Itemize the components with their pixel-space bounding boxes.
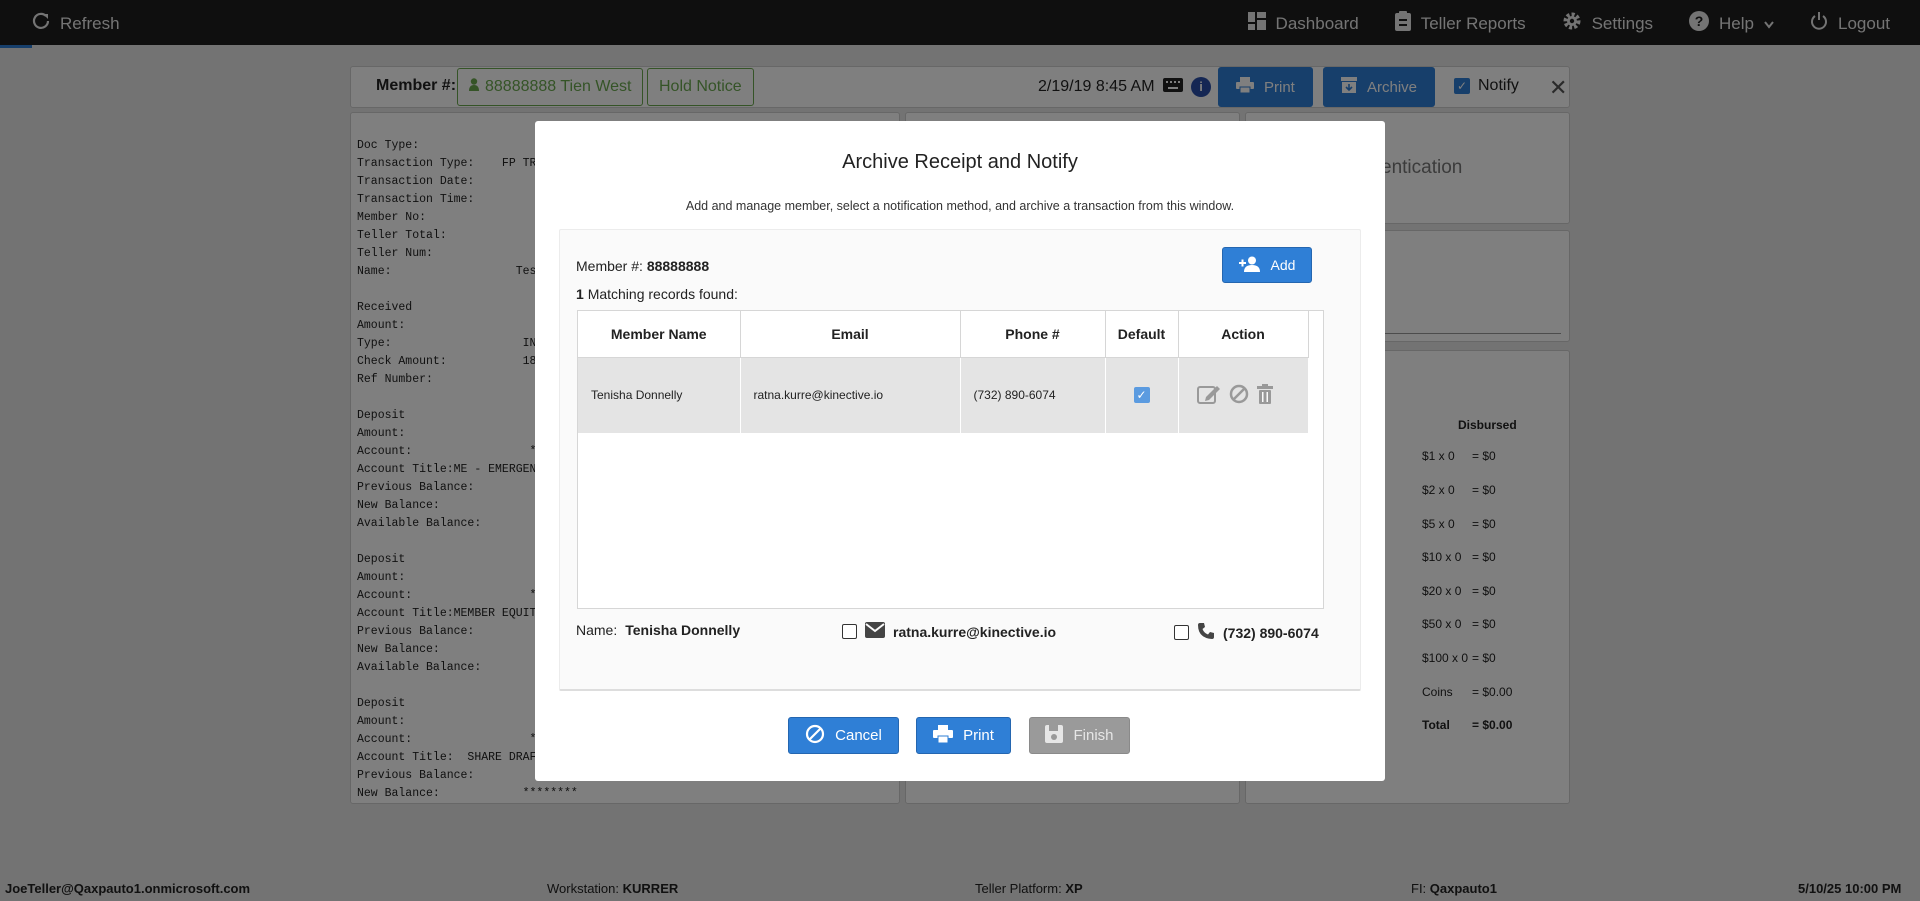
col-email[interactable]: Email bbox=[740, 311, 961, 358]
col-action[interactable]: Action bbox=[1178, 311, 1309, 358]
matching-records: 1 Matching records found: bbox=[576, 286, 738, 302]
cell-default: ✓ bbox=[1105, 357, 1179, 433]
email-notify-option: ratna.kurre@kinective.io bbox=[842, 622, 1056, 641]
cell-phone: (732) 890-6074 bbox=[960, 357, 1106, 433]
phone-icon bbox=[1197, 622, 1215, 643]
selected-email: ratna.kurre@kinective.io bbox=[893, 623, 1057, 640]
archive-notify-dialog: Archive Receipt and Notify Add and manag… bbox=[535, 121, 1385, 781]
default-checkbox[interactable]: ✓ bbox=[1133, 387, 1150, 404]
col-default[interactable]: Default bbox=[1105, 311, 1179, 358]
trash-icon[interactable] bbox=[1256, 383, 1273, 407]
cancel-label: Cancel bbox=[835, 727, 882, 744]
printer-icon bbox=[933, 724, 954, 747]
phone-notify-checkbox[interactable] bbox=[1174, 625, 1189, 640]
envelope-icon bbox=[865, 622, 885, 641]
phone-notify-option: (732) 890-6074 bbox=[1174, 622, 1319, 643]
block-icon[interactable] bbox=[1229, 384, 1249, 407]
cell-email: ratna.kurre@kinective.io bbox=[740, 357, 961, 433]
member-number: Member #: 88888888 bbox=[576, 258, 710, 274]
print-button[interactable]: Print bbox=[916, 717, 1011, 754]
add-user-icon bbox=[1238, 256, 1261, 275]
cell-action bbox=[1178, 357, 1309, 433]
dialog-subtitle: Add and manage member, select a notifica… bbox=[685, 199, 1235, 213]
print-label: Print bbox=[963, 727, 994, 744]
cancel-button[interactable]: Cancel bbox=[788, 717, 899, 754]
member-table: Member Name Email Phone # Default Action… bbox=[577, 310, 1324, 609]
finish-label: Finish bbox=[1073, 727, 1114, 744]
table-header: Member Name Email Phone # Default Action bbox=[578, 311, 1309, 358]
finish-button[interactable]: Finish bbox=[1029, 717, 1130, 754]
save-icon bbox=[1045, 724, 1064, 747]
member-records-panel: Member #: 88888888 1 Matching records fo… bbox=[559, 229, 1361, 691]
email-notify-checkbox[interactable] bbox=[842, 624, 857, 639]
dialog-title: Archive Receipt and Notify bbox=[842, 151, 1078, 173]
col-phone[interactable]: Phone # bbox=[960, 311, 1106, 358]
cancel-icon bbox=[805, 724, 825, 748]
cell-member-name: Tenisha Donnelly bbox=[578, 357, 741, 433]
edit-icon[interactable] bbox=[1196, 384, 1221, 407]
table-row[interactable]: Tenisha Donnelly ratna.kurre@kinective.i… bbox=[578, 357, 1309, 433]
add-button-label: Add bbox=[1270, 257, 1296, 273]
add-member-button[interactable]: Add bbox=[1222, 247, 1312, 283]
col-member-name[interactable]: Member Name bbox=[578, 311, 741, 358]
selected-name: Name: Tenisha Donnelly bbox=[576, 622, 741, 638]
selected-phone: (732) 890-6074 bbox=[1223, 624, 1319, 641]
